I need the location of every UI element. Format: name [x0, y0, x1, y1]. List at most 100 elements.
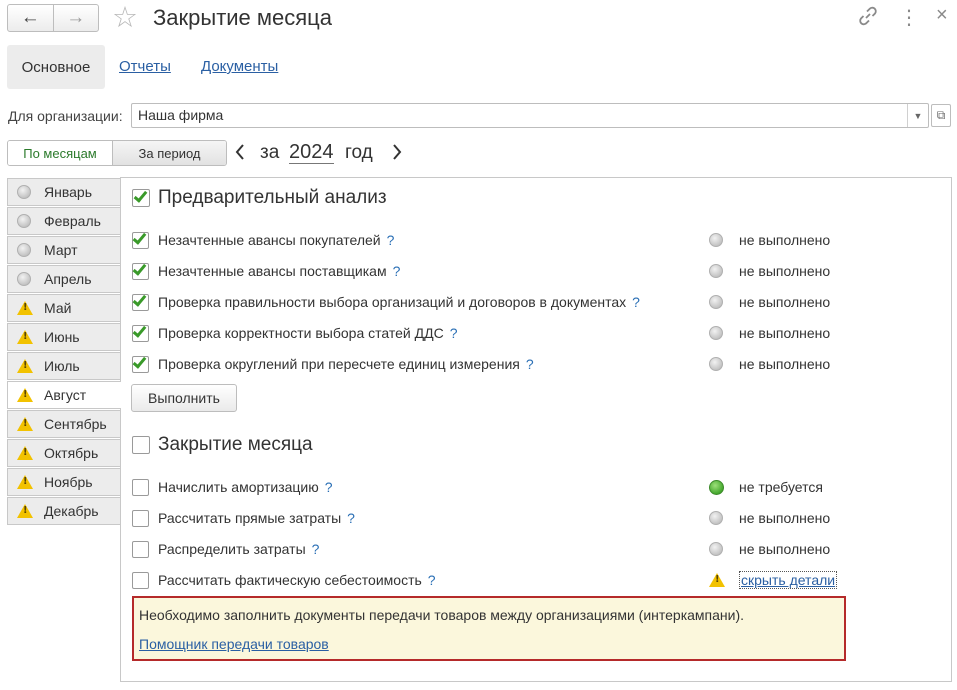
- month-tab[interactable]: Июль: [7, 352, 120, 380]
- help-icon[interactable]: ?: [312, 541, 320, 557]
- closing-item-checkbox[interactable]: [132, 479, 149, 496]
- closing-section-title: Закрытие месяца: [158, 434, 313, 455]
- analysis-item-label: Незачтенные авансы покупателей?: [158, 232, 394, 248]
- status-grey-dot-icon: [709, 511, 723, 525]
- close-icon[interactable]: ×: [936, 4, 948, 27]
- organization-field[interactable]: Наша фирма: [131, 103, 929, 128]
- help-icon[interactable]: ?: [632, 294, 640, 310]
- month-label: Сентябрь: [44, 416, 107, 432]
- tab-documents[interactable]: Документы: [201, 58, 278, 75]
- month-tab[interactable]: Февраль: [7, 207, 120, 235]
- favorite-star-icon[interactable]: ☆: [112, 3, 138, 33]
- closing-section-checkbox[interactable]: [132, 436, 150, 454]
- analysis-section-checkbox[interactable]: [132, 188, 150, 207]
- help-icon[interactable]: ?: [428, 572, 436, 588]
- month-tab[interactable]: Ноябрь: [7, 468, 120, 496]
- month-label: Август: [44, 387, 87, 403]
- hide-details-link[interactable]: скрыть детали: [739, 571, 838, 589]
- status-cell: не выполнено: [739, 510, 830, 526]
- help-icon[interactable]: ?: [526, 356, 534, 372]
- month-label: Ноябрь: [44, 474, 93, 490]
- month-label: Июль: [44, 358, 80, 374]
- status-indicator: [709, 480, 724, 498]
- status-indicator: [709, 511, 723, 528]
- month-status: [17, 359, 37, 373]
- analysis-item-checkbox[interactable]: [132, 230, 149, 249]
- analysis-section-title: Предварительный анализ: [158, 187, 387, 208]
- warning-icon: [17, 446, 33, 460]
- help-icon[interactable]: ?: [393, 263, 401, 279]
- status-grey-dot-icon: [709, 233, 723, 247]
- status-text: не выполнено: [739, 232, 831, 248]
- item-text: Распределить затраты: [158, 541, 306, 557]
- dropdown-arrow-icon[interactable]: ▼: [907, 104, 928, 127]
- tab-main[interactable]: Основное: [7, 45, 105, 89]
- month-tab[interactable]: Январь: [7, 178, 120, 206]
- month-tab[interactable]: Май: [7, 294, 120, 322]
- status-text: не выполнено: [739, 263, 831, 279]
- closing-item-checkbox[interactable]: [132, 572, 149, 589]
- goods-transfer-assistant-link[interactable]: Помощник передачи товаров: [139, 636, 329, 652]
- by-months-button[interactable]: По месяцам: [8, 141, 113, 165]
- status-cell: скрыть детали: [739, 571, 838, 589]
- warning-message: Необходимо заполнить документы передачи …: [139, 607, 745, 623]
- month-label: Май: [44, 300, 72, 316]
- status-text: не выполнено: [739, 541, 831, 557]
- analysis-item-checkbox[interactable]: [132, 261, 149, 280]
- year-value[interactable]: 2024: [289, 141, 334, 164]
- month-label: Январь: [44, 184, 92, 200]
- help-icon[interactable]: ?: [450, 325, 458, 341]
- warning-icon: [17, 359, 33, 373]
- month-status: [17, 185, 37, 199]
- for-period-button[interactable]: За период: [113, 141, 226, 165]
- month-label: Октябрь: [44, 445, 99, 461]
- warning-icon: [17, 330, 33, 344]
- status-cell: не выполнено: [739, 263, 830, 279]
- closing-item-checkbox[interactable]: [132, 541, 149, 558]
- status-cell: не выполнено: [739, 232, 830, 248]
- month-tab[interactable]: Октябрь: [7, 439, 120, 467]
- closing-item-label: Рассчитать прямые затраты?: [158, 510, 355, 526]
- tab-reports[interactable]: Отчеты: [119, 58, 171, 75]
- help-icon[interactable]: ?: [387, 232, 395, 248]
- month-tab[interactable]: Август: [7, 381, 121, 409]
- status-grey-dot-icon: [709, 264, 723, 278]
- month-status: [17, 330, 37, 344]
- item-text: Проверка округлений при пересчете единиц…: [158, 356, 520, 372]
- organization-label: Для организации:: [8, 108, 123, 124]
- month-tab[interactable]: Декабрь: [7, 497, 120, 525]
- status-green-dot-icon: [709, 480, 724, 495]
- year-prefix: за: [260, 142, 280, 163]
- month-tab[interactable]: Июнь: [7, 323, 120, 351]
- more-actions-icon[interactable]: ⋮: [899, 5, 919, 30]
- status-cell: не требуется: [739, 479, 823, 495]
- forward-button[interactable]: →: [52, 5, 99, 31]
- run-button[interactable]: Выполнить: [131, 384, 237, 412]
- month-label: Апрель: [44, 271, 92, 287]
- analysis-item-checkbox[interactable]: [132, 354, 149, 373]
- open-form-icon[interactable]: ⧉: [931, 104, 951, 127]
- link-icon[interactable]: [858, 6, 878, 31]
- status-grey-dot-icon: [709, 295, 723, 309]
- period-mode-switch: По месяцам За период: [7, 140, 227, 166]
- item-text: Начислить амортизацию: [158, 479, 319, 495]
- status-indicator: [709, 542, 723, 559]
- month-tab[interactable]: Апрель: [7, 265, 120, 293]
- prev-year-chevron-icon[interactable]: [234, 141, 246, 168]
- month-tab[interactable]: Март: [7, 236, 120, 264]
- help-icon[interactable]: ?: [347, 510, 355, 526]
- status-cell: не выполнено: [739, 541, 830, 557]
- analysis-item-checkbox[interactable]: [132, 292, 149, 311]
- closing-item-checkbox[interactable]: [132, 510, 149, 527]
- status-grey-dot-icon: [709, 542, 723, 556]
- analysis-item-checkbox[interactable]: [132, 323, 149, 342]
- next-year-chevron-icon[interactable]: [391, 141, 403, 168]
- help-icon[interactable]: ?: [325, 479, 333, 495]
- warning-icon: [17, 388, 33, 402]
- month-status: [17, 504, 37, 518]
- status-indicator: [709, 295, 723, 312]
- back-button[interactable]: ←: [8, 5, 53, 31]
- month-tab[interactable]: Сентябрь: [7, 410, 120, 438]
- status-indicator: [709, 573, 725, 590]
- month-status: [17, 243, 37, 257]
